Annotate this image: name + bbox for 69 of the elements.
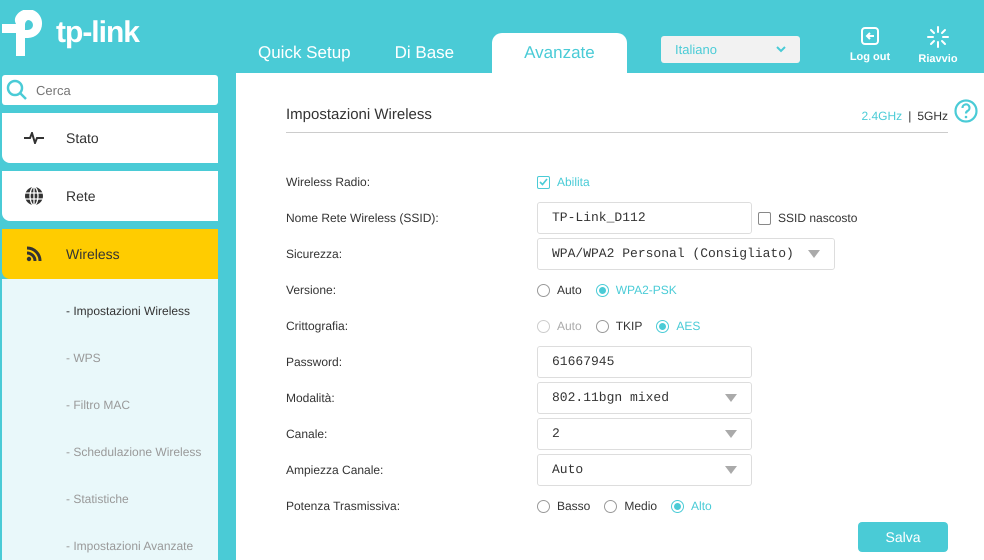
logout-icon [860, 26, 880, 46]
checkbox[interactable] [758, 212, 771, 224]
caret-icon [725, 430, 737, 438]
radio-button[interactable] [596, 284, 609, 296]
radio-button[interactable] [537, 500, 550, 512]
field-label: Nome Rete Wireless (SSID): [286, 210, 440, 227]
band-separator: | [908, 108, 912, 124]
radio-button[interactable] [604, 500, 618, 512]
radio-button[interactable] [671, 500, 684, 512]
select-field[interactable]: 2 [537, 418, 752, 450]
submenu-item[interactable]: - Statistiche [66, 489, 129, 509]
radio-label: WPA2-PSK [616, 282, 677, 299]
search-icon [6, 79, 28, 101]
field-label: Potenza Trasmissiva: [286, 498, 402, 515]
field-label: Versione: [286, 282, 338, 299]
field-label: Sicurezza: [286, 246, 344, 263]
field-label: Crittografia: [286, 318, 350, 335]
caret-icon [725, 466, 737, 474]
radio-label: Medio [624, 498, 658, 515]
chevron-icon [776, 46, 786, 53]
save-button[interactable]: Salva [858, 522, 948, 552]
radio-button[interactable] [656, 320, 670, 332]
checkbox-label: SSID nascosto [778, 210, 858, 227]
action-button[interactable]: Riavvio [914, 26, 962, 68]
globe-icon [24, 186, 44, 206]
help-icon[interactable] [954, 99, 978, 123]
select-field[interactable]: Auto [537, 454, 752, 486]
spinner-icon [927, 26, 949, 48]
sidebar-item[interactable]: Wireless [2, 229, 218, 279]
submenu-item[interactable]: - Impostazioni Wireless [66, 301, 190, 321]
wifi-icon [26, 246, 42, 262]
field-label: Canale: [286, 426, 328, 443]
nav-tab[interactable]: Di Base [372, 33, 476, 73]
band-link[interactable]: 2.4GHz [862, 106, 902, 124]
section-title: Impostazioni Wireless [286, 105, 432, 126]
search-field[interactable]: Cerca [2, 75, 218, 105]
field-label: Password: [286, 354, 344, 371]
checkbox[interactable] [537, 176, 550, 188]
radio-label: AES [676, 318, 700, 335]
field-label: Ampiezza Canale: [286, 462, 384, 479]
sidebar-item[interactable]: Stato [2, 113, 218, 163]
language-select[interactable]: Italiano [661, 36, 800, 63]
radio-label: Auto [557, 282, 582, 299]
band-link[interactable]: 5GHz [917, 106, 948, 124]
submenu-item[interactable]: - Filtro MAC [66, 395, 130, 415]
text-field[interactable]: TP-Link_D112 [537, 202, 752, 234]
nav-tab[interactable]: Quick Setup [236, 33, 373, 73]
select-field[interactable]: WPA/WPA2 Personal (Consigliato) [537, 238, 835, 270]
action-button[interactable]: Log out [846, 26, 894, 68]
submenu-item[interactable]: - Schedulazione Wireless [66, 442, 202, 462]
submenu-item[interactable]: - WPS [66, 348, 101, 368]
radio-label: Basso [557, 498, 590, 515]
field-label: Wireless Radio: [286, 174, 372, 191]
radio-button[interactable] [537, 284, 550, 296]
pulse-icon [24, 132, 44, 144]
nav-tab[interactable]: Avanzate [492, 33, 627, 73]
caret-icon [808, 250, 820, 258]
submenu-item[interactable]: - Impostazioni Avanzate [66, 536, 194, 556]
checkbox-label: Abilita [557, 174, 590, 191]
sidebar-item[interactable]: Rete [2, 171, 218, 221]
radio-label: TKIP [616, 318, 642, 335]
logo-text: tp-link [56, 18, 139, 48]
caret-icon [725, 394, 737, 402]
radio-label: Auto [557, 318, 582, 335]
radio-label: Alto [691, 498, 712, 515]
radio-button[interactable] [596, 320, 609, 332]
text-field[interactable]: 61667945 [537, 346, 752, 378]
select-field[interactable]: 802.11bgn mixed [537, 382, 752, 414]
field-label: Modalità: [286, 390, 336, 407]
